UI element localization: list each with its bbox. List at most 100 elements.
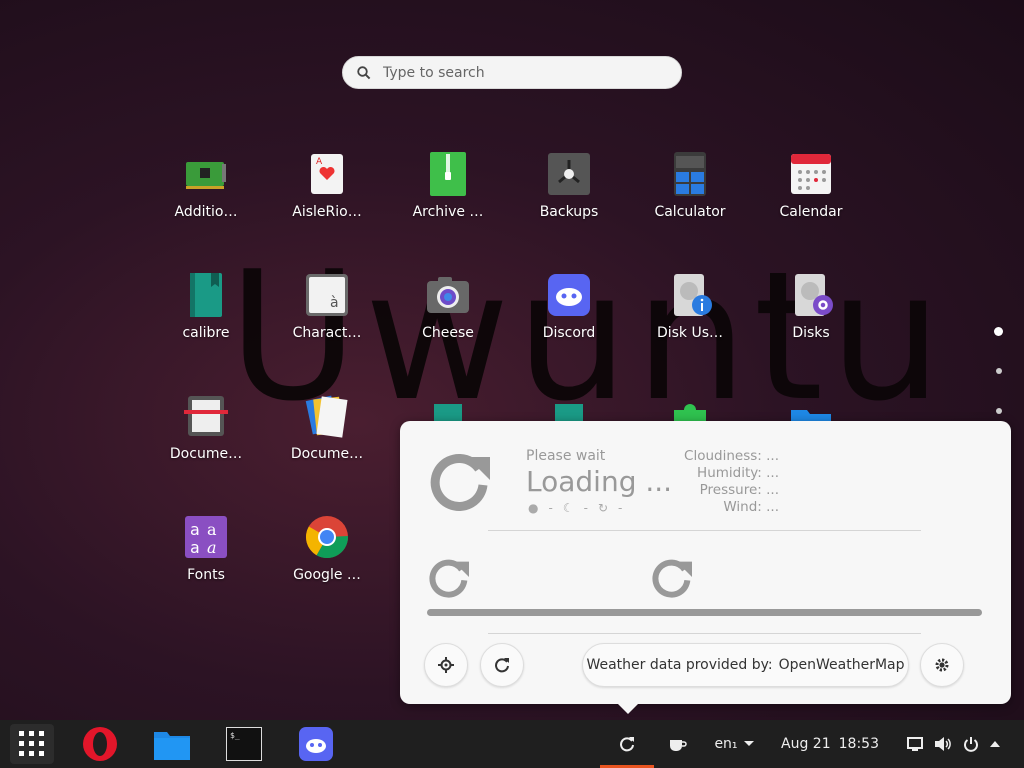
mini-status-value: - [618,501,623,515]
disk-usage-icon [666,271,714,319]
files-launcher[interactable] [152,720,192,768]
volume-indicator[interactable] [932,720,954,768]
calculator-icon [666,150,714,198]
mini-status-value: - [583,501,588,515]
caffeine-indicator[interactable] [664,720,692,768]
app-label: Disks [792,325,830,341]
fonts-icon: aaaa [182,513,230,561]
sun-icon: ● [528,501,539,515]
app-grid-button[interactable] [10,724,54,764]
weather-popup: Please wait Loading ... ● - ☾ - ↻ - Cloudin… [400,421,1011,714]
app-tile[interactable]: calibre [146,261,266,371]
app-tile[interactable]: Cheese [388,261,508,371]
forecast-scrollbar[interactable] [427,609,982,616]
provider-button[interactable]: Weather data provided by: OpenWeatherMap [582,643,909,687]
search-bar[interactable] [342,56,682,89]
display-icon [907,737,923,751]
settings-button[interactable] [920,643,964,687]
app-label: Calendar [779,204,843,220]
clock[interactable]: Aug 21 18:53 [780,720,880,768]
folder-icon [154,732,190,760]
opera-launcher[interactable] [80,720,120,768]
please-wait-text: Please wait [526,448,606,464]
provider-name: OpenWeatherMap [778,657,905,673]
discord-launcher[interactable] [296,720,336,768]
detail-label: Humidity: [697,465,762,481]
app-tile[interactable]: Docume… [267,382,387,492]
discord-icon [545,271,593,319]
divider [488,530,921,531]
app-tile[interactable]: A AisleRio… [267,140,387,250]
weather-indicator[interactable] [606,720,648,768]
app-tile[interactable]: Calendar [751,140,871,250]
app-label: Charact… [292,325,362,341]
document-viewer-icon [303,392,351,440]
app-label: Archive … [412,204,484,220]
page-dot[interactable] [996,368,1002,374]
app-tile[interactable]: Archive … [388,140,508,250]
weather-details: Cloudiness: ... Humidity: ... Pressure: … [684,448,779,516]
app-label: Cheese [422,325,474,341]
system-menu-toggle[interactable] [986,720,1004,768]
app-tile[interactable]: aaaa Fonts [146,503,266,613]
detail-value: ... [766,448,779,464]
disks-icon [787,271,835,319]
refresh-small-icon: ↻ [597,501,608,515]
svg-text:a: a [207,538,217,557]
page-dot-active[interactable] [994,327,1003,336]
detail-label: Cloudiness: [684,448,762,464]
detail-value: ... [766,482,779,498]
svg-text:à: à [330,295,339,311]
loading-text: Loading ... [526,465,673,498]
app-tile[interactable]: Disks [751,261,871,371]
coffee-cup-icon [670,740,687,751]
detail-value: ... [766,465,779,481]
app-label: calibre [182,325,230,341]
app-tile[interactable]: Backups [509,140,629,250]
refresh-button[interactable] [480,643,524,687]
book-icon [182,271,230,319]
app-label: Google … [293,567,361,583]
calendar-icon [787,150,835,198]
svg-text:a: a [190,520,200,539]
app-tile[interactable]: Disk Us… [630,261,750,371]
search-input[interactable] [383,64,643,81]
svg-text:$_: $_ [230,731,240,740]
power-indicator[interactable] [960,720,982,768]
opera-icon [83,727,117,761]
detail-value: ... [766,499,779,515]
document-scanner-icon [182,392,230,440]
refresh-icon [620,737,634,752]
detail-label: Pressure: [699,482,762,498]
app-label: Additio… [174,204,238,220]
location-button[interactable] [424,643,468,687]
mini-status-value: - [548,501,553,515]
app-tile[interactable]: Docume… [146,382,266,492]
app-tile[interactable]: à Charact… [267,261,387,371]
svg-text:a: a [207,520,217,539]
playing-card-icon: A [303,150,351,198]
svg-text:A: A [316,157,323,167]
archive-zip-icon [424,150,472,198]
chevron-down-icon [743,741,754,746]
terminal-launcher[interactable]: $_ [224,720,264,768]
screen-indicator[interactable] [904,720,926,768]
app-label: AisleRio… [292,204,362,220]
divider [488,633,921,634]
power-icon [964,737,978,752]
app-tile[interactable]: Additio… [146,140,266,250]
crosshair-icon [438,657,454,673]
app-tile[interactable]: Discord [509,261,629,371]
character-map-icon: à [303,271,351,319]
detail-label: Wind: [723,499,762,515]
app-tile[interactable]: Google … [267,503,387,613]
search-icon [357,65,371,79]
page-dot[interactable] [996,408,1002,414]
circuit-board-icon [182,150,230,198]
mini-status-row: ● - ☾ - ↻ - [528,501,622,515]
gear-icon [935,658,949,672]
keyboard-layout-menu[interactable]: en₁ [710,720,758,768]
app-label: Docume… [290,446,364,462]
chrome-icon [303,513,351,561]
app-tile[interactable]: Calculator [630,140,750,250]
